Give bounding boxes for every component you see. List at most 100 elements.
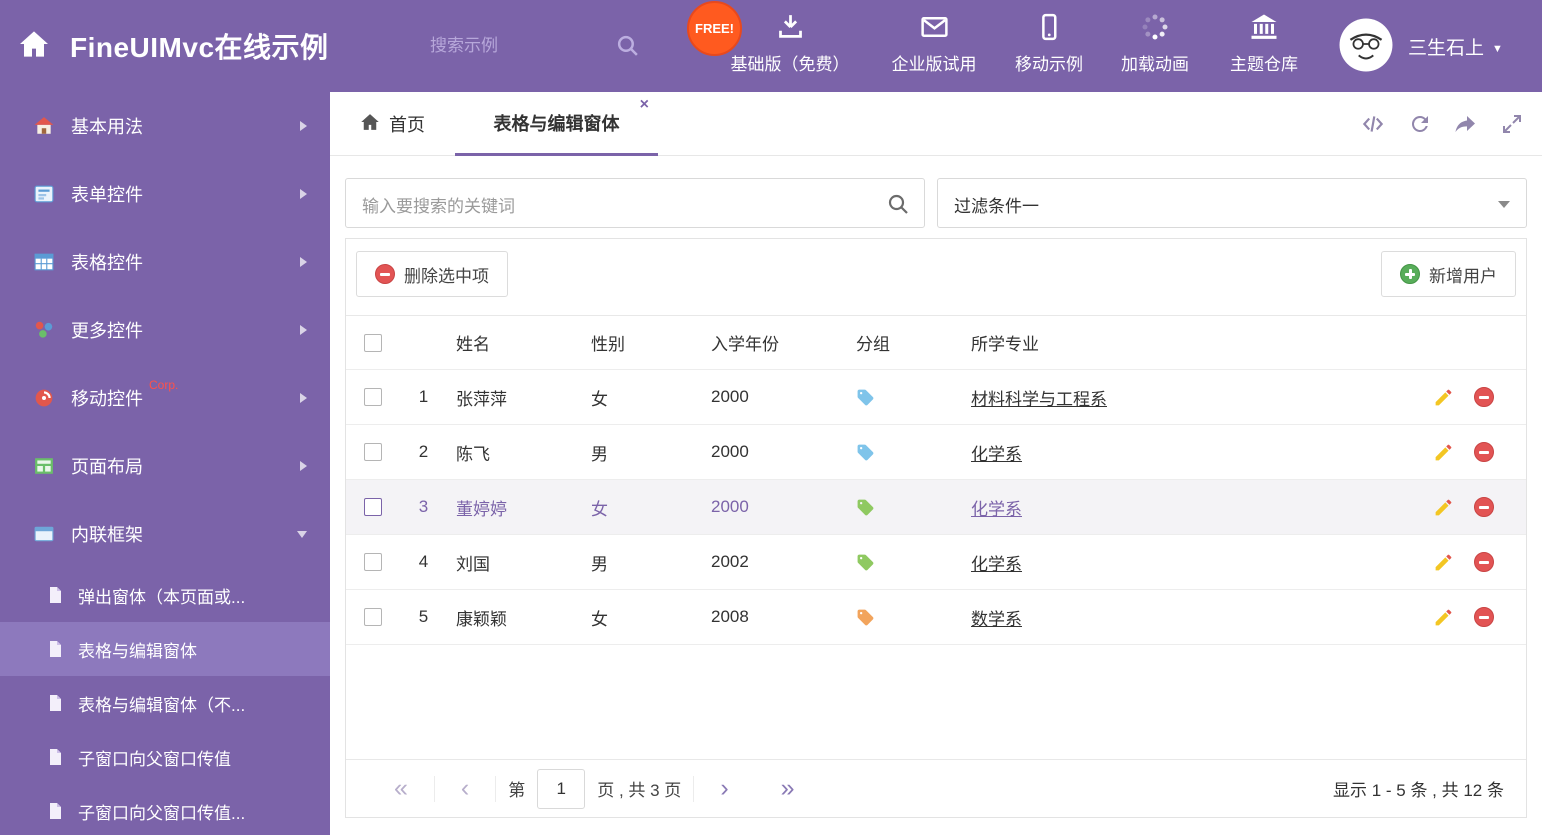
file-icon — [46, 694, 66, 712]
cell-year: 2002 — [711, 552, 749, 571]
major-link[interactable]: 化学系 — [971, 500, 1022, 519]
edit-pencil-icon[interactable] — [1433, 497, 1454, 518]
tag-icon — [856, 498, 875, 517]
nav-item-enterprise-trial[interactable]: 企业版试用 — [892, 12, 977, 75]
tab-grid-edit-window[interactable]: 表格与编辑窗体 × — [455, 92, 658, 156]
nav-item-theme-store[interactable]: 主题仓库 — [1230, 12, 1298, 75]
filter-dropdown[interactable]: 过滤条件一 — [937, 178, 1527, 228]
sidebar-item-form-controls[interactable]: 表单控件 — [0, 160, 330, 228]
row-number: 5 — [418, 607, 429, 626]
sidebar-subitem-grid-edit-window-2[interactable]: 表格与编辑窗体（不... — [0, 676, 330, 730]
add-user-button[interactable]: 新增用户 — [1381, 251, 1516, 297]
pagination-bar: « ‹ 第 页 , 共 3 页 › » 显示 1 - 5 条 , 共 12 条 — [346, 759, 1526, 817]
sidebar-item-iframe[interactable]: 内联框架 — [0, 500, 330, 568]
cell-name: 董婷婷 — [456, 499, 507, 519]
tab-tools — [1360, 92, 1524, 156]
column-header-gender[interactable]: 性别 — [576, 330, 696, 355]
row-checkbox[interactable] — [364, 498, 382, 516]
code-icon[interactable] — [1360, 111, 1386, 137]
edit-pencil-icon[interactable] — [1433, 552, 1454, 573]
major-link[interactable]: 材料科学与工程系 — [971, 390, 1107, 409]
sidebar-item-grid-controls[interactable]: 表格控件 — [0, 228, 330, 296]
column-header-name[interactable]: 姓名 — [446, 330, 576, 355]
sidebar-subitem-label: 表格与编辑窗体（不... — [78, 695, 246, 715]
sidebar-item-more-controls[interactable]: 更多控件 — [0, 296, 330, 364]
table-icon — [34, 252, 56, 272]
mobile-icon — [1015, 12, 1083, 48]
table-row[interactable]: 4 刘国 男 2002 化学系 — [346, 535, 1526, 590]
close-icon[interactable]: × — [640, 97, 649, 113]
delete-row-icon[interactable] — [1474, 497, 1494, 517]
file-icon — [46, 748, 66, 766]
column-header-major[interactable]: 所学专业 — [961, 330, 1396, 355]
sidebar-subitem-popup-window[interactable]: 弹出窗体（本页面或... — [0, 568, 330, 622]
chevron-right-icon — [299, 256, 308, 268]
column-header-group[interactable]: 分组 — [841, 330, 961, 355]
header-search-input[interactable]: 搜索示例 — [430, 30, 640, 62]
delete-row-icon[interactable] — [1474, 552, 1494, 572]
edit-pencil-icon[interactable] — [1433, 442, 1454, 463]
tab-home[interactable]: 首页 — [360, 92, 425, 156]
row-checkbox[interactable] — [364, 553, 382, 571]
row-checkbox[interactable] — [364, 388, 382, 406]
major-link[interactable]: 数学系 — [971, 610, 1022, 629]
grid-panel: 删除选中项 新增用户 姓名 性别 入学年份 分组 所学专业 1 张萍萍 女 20… — [345, 238, 1527, 818]
delete-row-icon[interactable] — [1474, 387, 1494, 407]
table-row[interactable]: 1 张萍萍 女 2000 材料科学与工程系 — [346, 370, 1526, 425]
edit-pencil-icon[interactable] — [1433, 387, 1454, 408]
grid-toolbar: 删除选中项 新增用户 — [346, 239, 1526, 315]
nav-item-loading-animation[interactable]: 加载动画 — [1121, 12, 1189, 75]
keyword-search-input[interactable]: 输入要搜索的关键词 — [345, 178, 925, 228]
page-number-input[interactable] — [537, 768, 586, 809]
refresh-icon[interactable] — [1408, 112, 1432, 136]
nav-item-label: 基础版（免费） — [730, 55, 850, 74]
sidebar-item-label: 内联框架 — [71, 525, 143, 545]
form-icon — [34, 184, 56, 204]
delete-row-icon[interactable] — [1474, 607, 1494, 627]
next-page-button[interactable]: › — [694, 776, 754, 801]
sidebar-item-page-layout[interactable]: 页面布局 — [0, 432, 330, 500]
select-all-checkbox[interactable] — [364, 333, 382, 352]
row-checkbox[interactable] — [364, 443, 382, 461]
sidebar-item-label: 表单控件 — [71, 185, 143, 205]
last-page-button[interactable]: » — [755, 776, 821, 801]
table-row-selected[interactable]: 3 董婷婷 女 2000 化学系 — [346, 480, 1526, 535]
sidebar-item-mobile-controls[interactable]: 移动控件 Corp. — [0, 364, 330, 432]
app-header: FineUIMvc在线示例 搜索示例 FREE! 基础版（免费） 企业版试用 移… — [0, 0, 1542, 92]
sidebar-subitem-grid-edit-window[interactable]: 表格与编辑窗体 — [0, 622, 330, 676]
home-icon — [360, 112, 380, 137]
sidebar-subitem-child-to-parent-2[interactable]: 子窗口向父窗口传值... — [0, 784, 330, 835]
edit-pencil-icon[interactable] — [1433, 607, 1454, 628]
forward-icon[interactable] — [1454, 112, 1478, 136]
search-icon[interactable] — [615, 33, 640, 63]
fullscreen-icon[interactable] — [1500, 112, 1524, 136]
chevron-down-icon — [296, 530, 308, 539]
chevron-right-icon — [299, 460, 308, 472]
pagination-summary: 显示 1 - 5 条 , 共 12 条 — [1333, 781, 1504, 800]
nav-item-basic-edition[interactable]: 基础版（免费） — [731, 12, 850, 75]
sidebar-subitem-child-to-parent[interactable]: 子窗口向父窗口传值 — [0, 730, 330, 784]
table-row[interactable]: 2 陈飞 男 2000 化学系 — [346, 425, 1526, 480]
sidebar-item-basic-usage[interactable]: 基本用法 — [0, 92, 330, 160]
first-page-button[interactable]: « — [368, 776, 434, 801]
table-row[interactable]: 5 康颖颖 女 2008 数学系 — [346, 590, 1526, 645]
chevron-down-icon — [1498, 201, 1510, 208]
cell-year: 2000 — [711, 442, 749, 461]
filter-dropdown-value: 过滤条件一 — [954, 197, 1039, 216]
prev-page-button[interactable]: ‹ — [435, 776, 495, 801]
nav-item-mobile-demo[interactable]: 移动示例 — [1015, 12, 1083, 75]
row-number: 1 — [418, 387, 429, 406]
tag-icon — [856, 388, 875, 407]
home-icon[interactable] — [18, 28, 50, 65]
row-checkbox[interactable] — [364, 608, 382, 626]
search-icon[interactable] — [886, 192, 910, 221]
user-avatar[interactable] — [1339, 18, 1393, 72]
tab-bar: 首页 表格与编辑窗体 × — [330, 92, 1542, 156]
major-link[interactable]: 化学系 — [971, 555, 1022, 574]
column-header-year[interactable]: 入学年份 — [696, 330, 841, 355]
delete-selected-button[interactable]: 删除选中项 — [356, 251, 508, 297]
delete-row-icon[interactable] — [1474, 442, 1494, 462]
major-link[interactable]: 化学系 — [971, 445, 1022, 464]
user-menu[interactable]: 三生石上 ▼ — [1408, 33, 1503, 60]
cell-year: 2000 — [711, 497, 749, 516]
